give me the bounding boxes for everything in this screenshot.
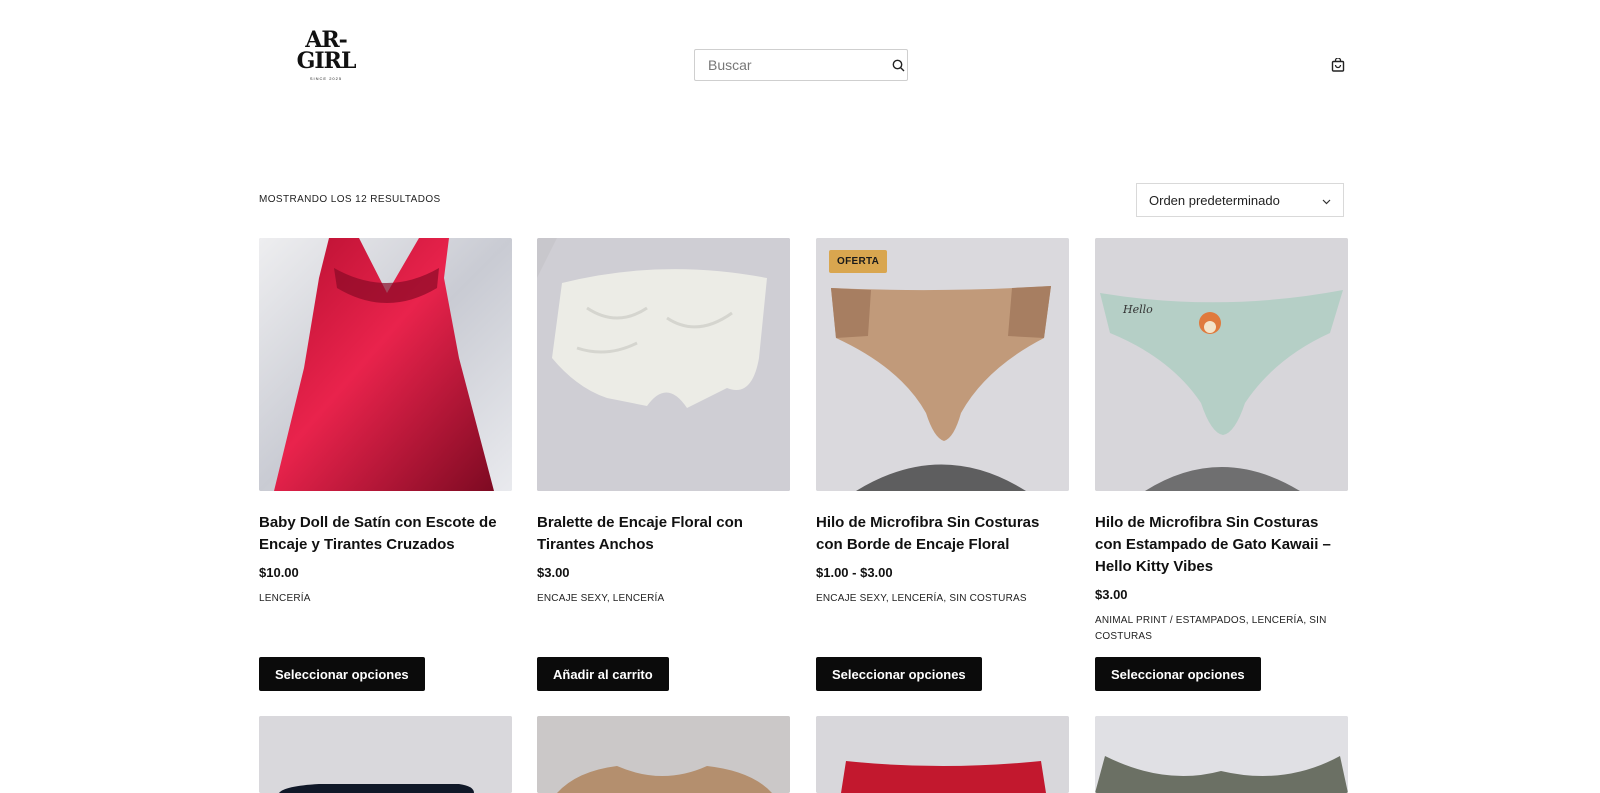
product-card: Hello Hilo de Microfibra Sin Costuras co… — [1095, 238, 1348, 645]
product-price: $3.00 — [1095, 587, 1128, 602]
search-box — [694, 49, 908, 81]
product-image[interactable] — [259, 238, 512, 491]
product-image[interactable] — [816, 716, 1069, 793]
product-categories[interactable]: ANIMAL PRINT / ESTAMPADOS, LENCERÍA, SIN… — [1095, 613, 1348, 645]
search-icon[interactable] — [889, 59, 907, 72]
logo-line-2: GIRL — [296, 48, 357, 74]
product-categories[interactable]: ENCAJE SEXY, LENCERÍA, SIN COSTURAS — [816, 591, 1069, 607]
product-image[interactable] — [259, 716, 512, 793]
sort-select[interactable]: Orden predeterminado — [1136, 183, 1344, 217]
add-to-cart-button[interactable]: Añadir al carrito — [537, 657, 669, 691]
product-image[interactable]: OFERTA — [816, 238, 1069, 491]
product-price: $1.00 - $3.00 — [816, 565, 893, 580]
product-title[interactable]: Hilo de Microfibra Sin Costuras con Esta… — [1095, 512, 1348, 578]
cart-icon[interactable] — [1331, 57, 1345, 72]
product-title[interactable]: Baby Doll de Satín con Escote de Encaje … — [259, 512, 512, 556]
select-options-button[interactable]: Seleccionar opciones — [1095, 657, 1261, 691]
product-card: Bralette de Encaje Floral con Tirantes A… — [537, 238, 790, 607]
sort-selected-label: Orden predeterminado — [1149, 192, 1280, 208]
search-input[interactable] — [695, 57, 889, 73]
product-image[interactable] — [537, 238, 790, 491]
product-image[interactable] — [537, 716, 790, 793]
sale-badge: OFERTA — [829, 250, 888, 273]
product-card: OFERTA Hilo de Microfibra Sin Costuras c… — [816, 238, 1069, 607]
product-title[interactable]: Bralette de Encaje Floral con Tirantes A… — [537, 512, 790, 556]
product-title[interactable]: Hilo de Microfibra Sin Costuras con Bord… — [816, 512, 1069, 556]
product-price: $10.00 — [259, 565, 299, 580]
print-text: Hello — [1122, 303, 1153, 316]
product-image[interactable] — [1095, 716, 1348, 793]
product-categories[interactable]: ENCAJE SEXY, LENCERÍA — [537, 591, 790, 607]
select-options-button[interactable]: Seleccionar opciones — [259, 657, 425, 691]
chevron-down-icon — [1322, 193, 1331, 208]
product-categories[interactable]: LENCERÍA — [259, 591, 512, 607]
logo-tagline: SINCE 2025 — [309, 76, 343, 81]
product-image[interactable]: Hello — [1095, 238, 1348, 491]
results-count: MOSTRANDO LOS 12 RESULTADOS — [259, 194, 441, 205]
select-options-button[interactable]: Seleccionar opciones — [816, 657, 982, 691]
product-price: $3.00 — [537, 565, 570, 580]
product-card: Baby Doll de Satín con Escote de Encaje … — [259, 238, 512, 607]
site-logo[interactable]: AR- GIRL SINCE 2025 — [293, 29, 359, 92]
